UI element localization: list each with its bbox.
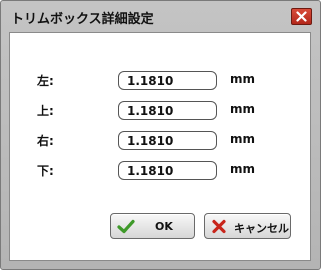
left-unit: mm (230, 72, 256, 86)
left-margin-input[interactable] (118, 71, 217, 90)
top-unit: mm (230, 102, 256, 116)
top-label: 上: (37, 104, 54, 118)
right-margin-input[interactable] (118, 131, 217, 150)
left-label: 左: (37, 74, 54, 88)
ok-button[interactable]: OK (110, 213, 195, 239)
bottom-unit: mm (230, 162, 256, 176)
dialog-window: トリムボックス詳細設定 左: mm 上: mm 右: mm 下: mm OK (0, 0, 321, 270)
bottom-margin-input[interactable] (118, 161, 217, 180)
x-icon (212, 219, 226, 234)
close-button[interactable] (291, 8, 312, 25)
top-margin-input[interactable] (118, 101, 217, 120)
cancel-button-label: キャンセル (234, 222, 289, 235)
right-label: 右: (37, 134, 54, 148)
ok-button-label: OK (155, 220, 173, 233)
close-icon (296, 11, 307, 22)
dialog-title: トリムボックス詳細設定 (11, 12, 154, 27)
cancel-button[interactable]: キャンセル (204, 213, 291, 239)
title-bar[interactable]: トリムボックス詳細設定 (1, 1, 320, 32)
dialog-content: 左: mm 上: mm 右: mm 下: mm OK キャンセル (9, 32, 311, 261)
bottom-label: 下: (37, 164, 54, 178)
right-unit: mm (230, 132, 256, 146)
check-icon (117, 219, 135, 234)
